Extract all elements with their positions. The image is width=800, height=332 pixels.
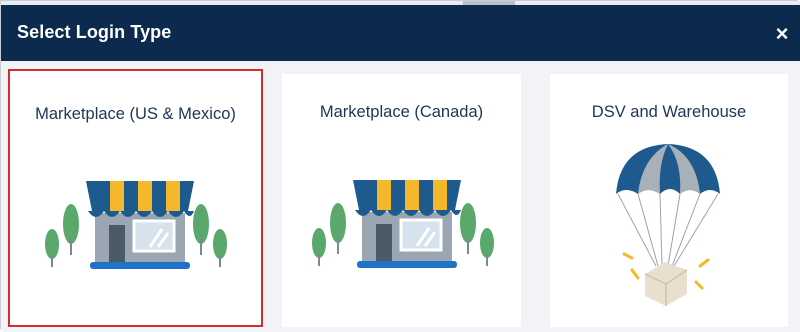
storefront-icon xyxy=(45,181,227,269)
storefront-icon xyxy=(312,180,494,268)
option-card-dsv-warehouse[interactable]: DSV and Warehouse xyxy=(550,74,788,327)
option-card-marketplace-canada[interactable]: Marketplace (Canada) xyxy=(282,74,521,327)
options-area: Marketplace (US & Mexico) Marketplace (C… xyxy=(1,61,800,332)
dialog-title: Select Login Type xyxy=(17,22,172,42)
close-icon[interactable]: × xyxy=(773,23,791,45)
login-type-dialog: Select Login Type × Marketplace (US & Me… xyxy=(0,0,800,332)
parachute-package-icon xyxy=(616,144,720,306)
option-card-marketplace-us-mexico[interactable]: Marketplace (US & Mexico) xyxy=(8,69,263,327)
dialog-header: Select Login Type × xyxy=(1,5,800,61)
